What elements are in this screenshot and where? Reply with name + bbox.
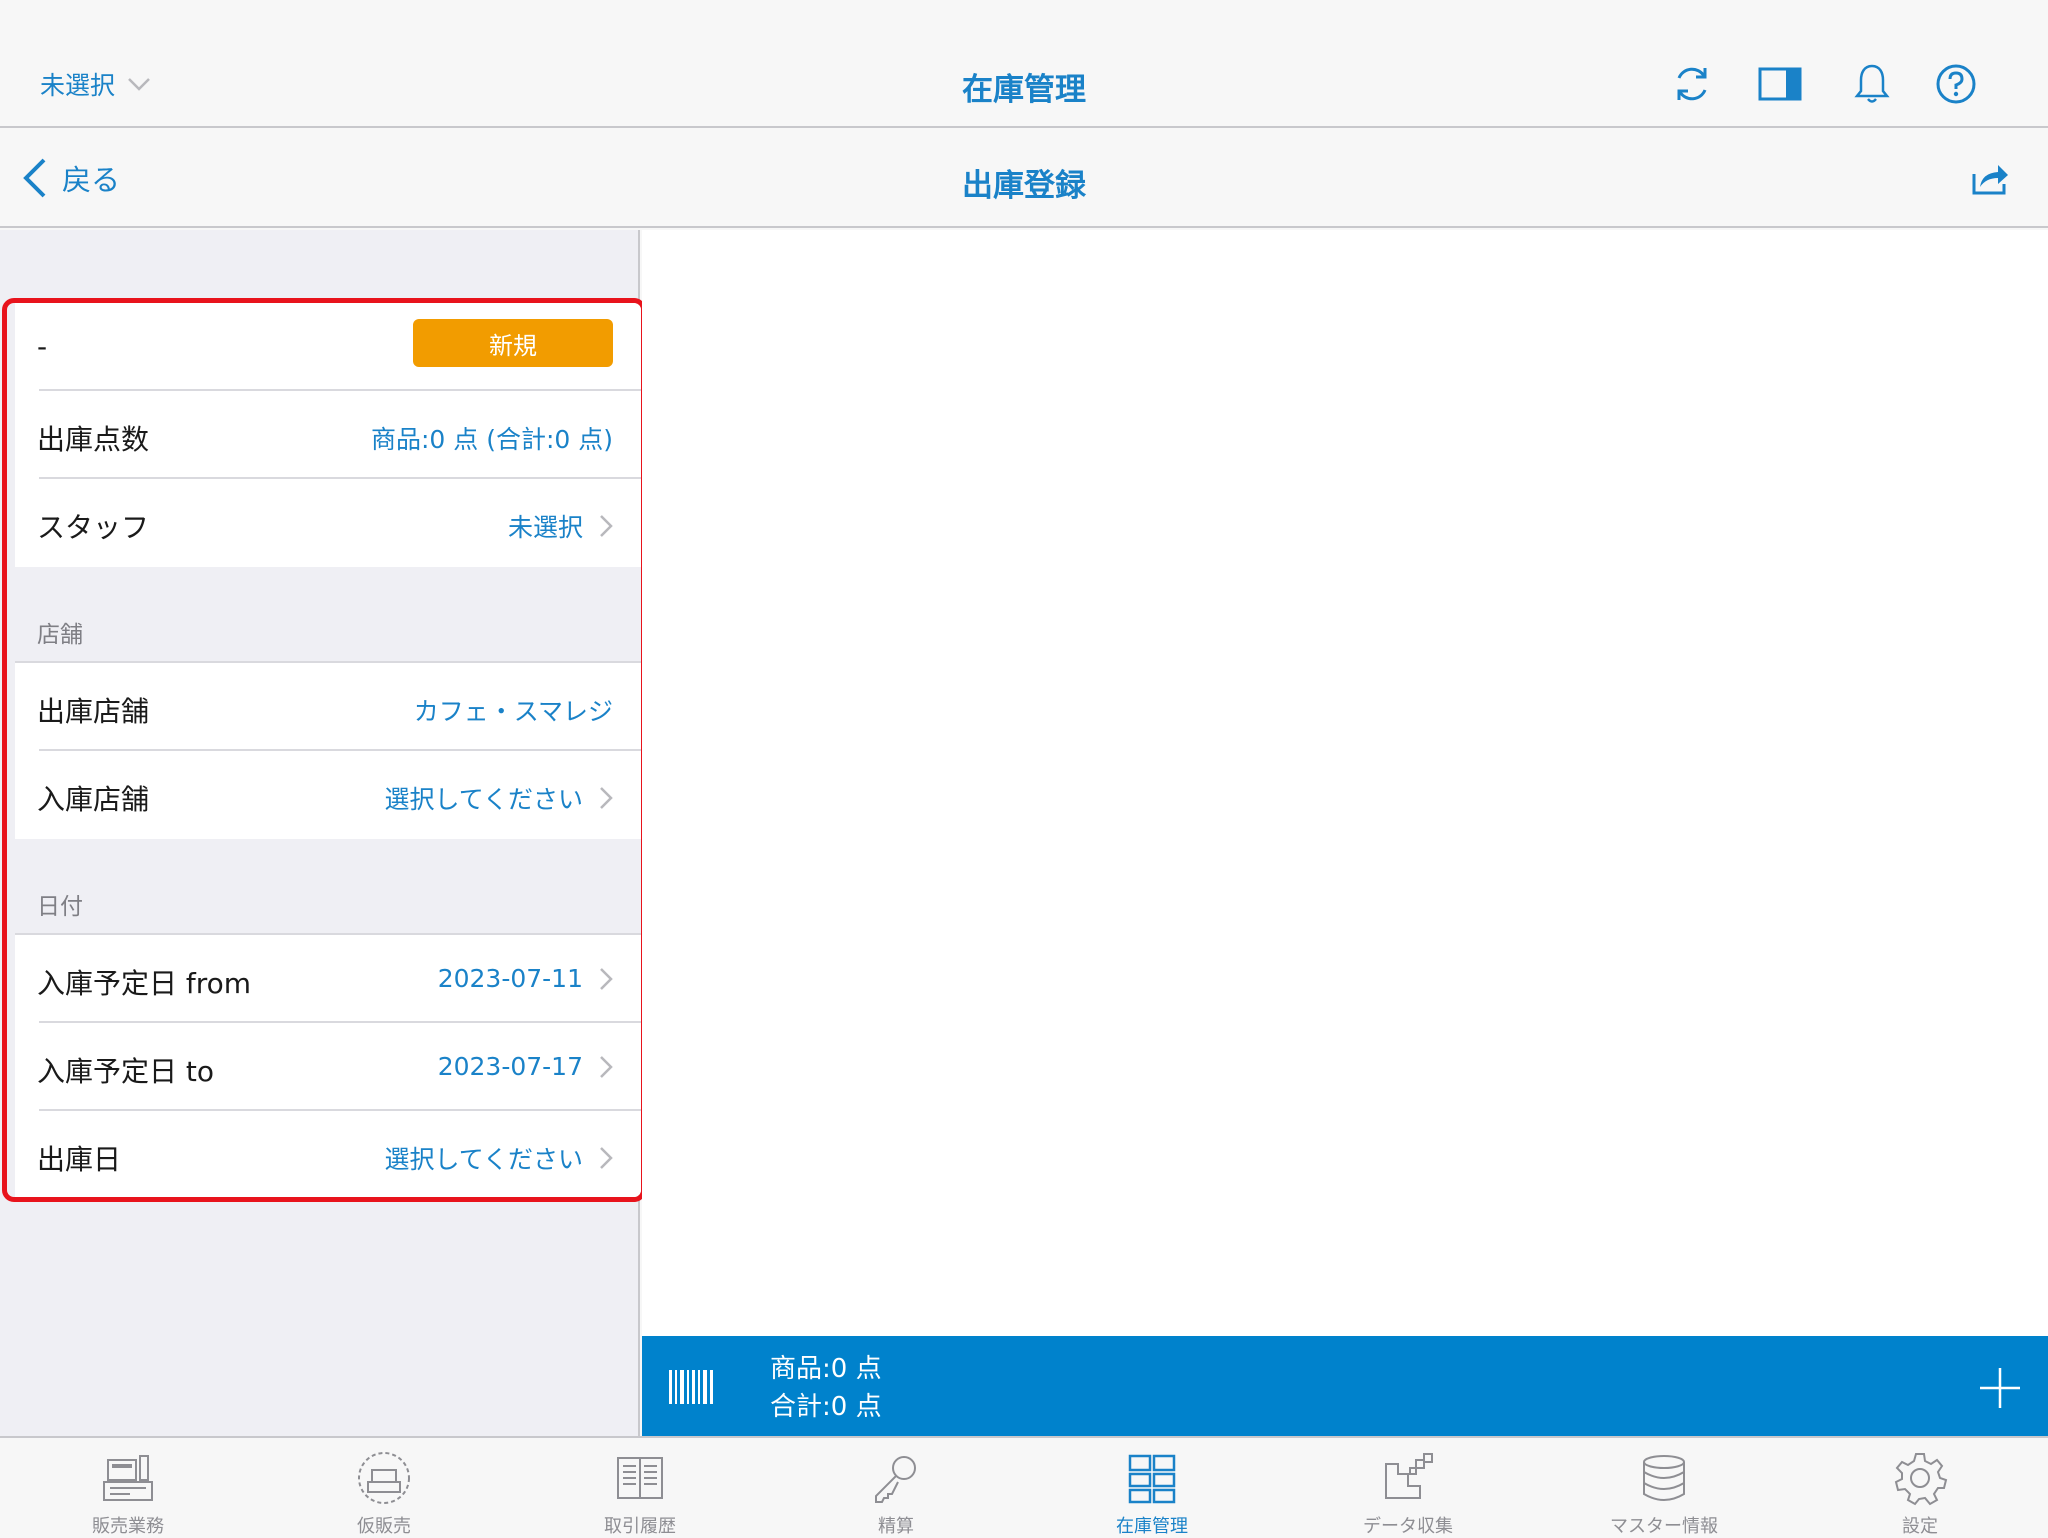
tab-label: 設定 xyxy=(1902,1516,1938,1537)
app-title: 在庫管理 xyxy=(962,72,1086,108)
to-store-value: 選択してください xyxy=(384,785,583,814)
status-badge: 新規 xyxy=(413,319,613,367)
tab-label: 仮販売 xyxy=(357,1516,411,1537)
ship-date-label: 出庫日 xyxy=(37,1143,122,1176)
tab-label: 精算 xyxy=(878,1516,914,1537)
tab-temp-sale[interactable]: 仮販売 xyxy=(256,1438,512,1537)
tab-settlement[interactable]: 精算 xyxy=(768,1438,1024,1537)
date-to-value: 2023-07-17 xyxy=(437,1052,583,1081)
from-store-label: 出庫店舗 xyxy=(37,695,150,728)
chevron-right-icon xyxy=(600,787,613,809)
date-to-label: 入庫予定日 to xyxy=(37,1055,215,1088)
tab-master[interactable]: マスター情報 xyxy=(1536,1438,1792,1537)
chevron-right-icon xyxy=(600,1147,613,1169)
from-store-row: 出庫店舗 カフェ・スマレジ xyxy=(15,663,641,751)
help-icon[interactable] xyxy=(1934,62,1978,106)
key-icon xyxy=(875,1456,916,1503)
chevron-right-icon xyxy=(600,1055,613,1078)
tab-label: 在庫管理 xyxy=(1116,1516,1188,1537)
gear-icon xyxy=(1894,1453,1948,1506)
tab-settings[interactable]: 設定 xyxy=(1792,1438,2048,1537)
ship-count-row: 出庫点数 商品:0 点 (合計:0 点) xyxy=(15,391,641,479)
inventory-icon xyxy=(1128,1454,1176,1504)
date-section-title: 日付 xyxy=(37,894,83,920)
chevron-right-icon xyxy=(600,967,613,990)
date-from-label: 入庫予定日 from xyxy=(37,967,252,1000)
item-list-area xyxy=(642,230,2048,1336)
tab-inventory[interactable]: 在庫管理 xyxy=(1024,1438,1280,1537)
barcode-icon[interactable] xyxy=(668,1368,714,1406)
tab-history[interactable]: 取引履歴 xyxy=(512,1438,768,1537)
date-from-row[interactable]: 入庫予定日 from 2023-07-11 xyxy=(15,935,641,1023)
top-navigation-bar: 未選択 在庫管理 xyxy=(0,0,2048,128)
tab-label: 販売業務 xyxy=(92,1516,164,1537)
summary-items: 商品:0 点 xyxy=(770,1354,882,1384)
staff-row[interactable]: スタッフ 未選択 xyxy=(15,479,641,567)
sub-navigation-bar: 戻る 出庫登録 xyxy=(0,130,2048,228)
chevron-right-icon xyxy=(600,515,613,537)
summary-text: 商品:0 点 合計:0 点 xyxy=(770,1350,882,1426)
ship-date-value: 選択してください xyxy=(384,1145,583,1174)
summary-total: 合計:0 点 xyxy=(770,1392,882,1422)
bell-icon[interactable] xyxy=(1850,62,1894,106)
staff-label: スタッフ xyxy=(37,511,150,544)
status-label: - xyxy=(37,330,48,363)
summary-bar: 商品:0 点 合計:0 点 xyxy=(642,1336,2048,1436)
page-title: 出庫登録 xyxy=(962,168,1086,204)
share-icon[interactable] xyxy=(1972,160,2010,196)
status-row: - 新規 xyxy=(15,303,641,391)
date-section-header: 日付 xyxy=(15,839,641,935)
refresh-icon[interactable] xyxy=(1670,62,1714,106)
register-icon xyxy=(103,1455,153,1501)
ship-date-row[interactable]: 出庫日 選択してください xyxy=(15,1111,641,1197)
temp-sale-icon xyxy=(358,1452,410,1504)
data-collect-icon xyxy=(1385,1453,1433,1499)
ship-count-label: 出庫点数 xyxy=(37,423,150,456)
tab-label: 取引履歴 xyxy=(604,1516,676,1537)
ship-count-value: 商品:0 点 (合計:0 点) xyxy=(370,425,613,454)
database-icon xyxy=(1643,1455,1685,1501)
date-from-value: 2023-07-11 xyxy=(437,964,583,993)
from-store-value: カフェ・スマレジ xyxy=(413,697,613,726)
tab-label: データ収集 xyxy=(1363,1516,1453,1537)
split-view-icon[interactable] xyxy=(1758,62,1802,106)
tab-sales[interactable]: 販売業務 xyxy=(0,1438,256,1537)
add-icon[interactable] xyxy=(1978,1366,2022,1410)
history-icon xyxy=(617,1457,663,1499)
staff-value: 未選択 xyxy=(507,513,583,542)
tab-bar: 販売業務 仮販売 取引履歴 精算 在庫管理 データ収集 マスター情報 設定 xyxy=(0,1436,2048,1537)
store-section-header: 店舗 xyxy=(15,567,641,663)
form-list: - 新規 出庫点数 商品:0 点 (合計:0 点) スタッフ 未選択 店舗 出庫… xyxy=(2,298,646,1202)
to-store-row[interactable]: 入庫店舗 選択してください xyxy=(15,751,641,839)
left-panel: - 新規 出庫点数 商品:0 点 (合計:0 点) スタッフ 未選択 店舗 出庫… xyxy=(0,230,646,1436)
tab-label: マスター情報 xyxy=(1610,1516,1718,1537)
store-section-title: 店舗 xyxy=(37,622,83,648)
tab-data-collect[interactable]: データ収集 xyxy=(1280,1438,1536,1537)
date-to-row[interactable]: 入庫予定日 to 2023-07-17 xyxy=(15,1023,641,1111)
to-store-label: 入庫店舗 xyxy=(37,783,150,816)
